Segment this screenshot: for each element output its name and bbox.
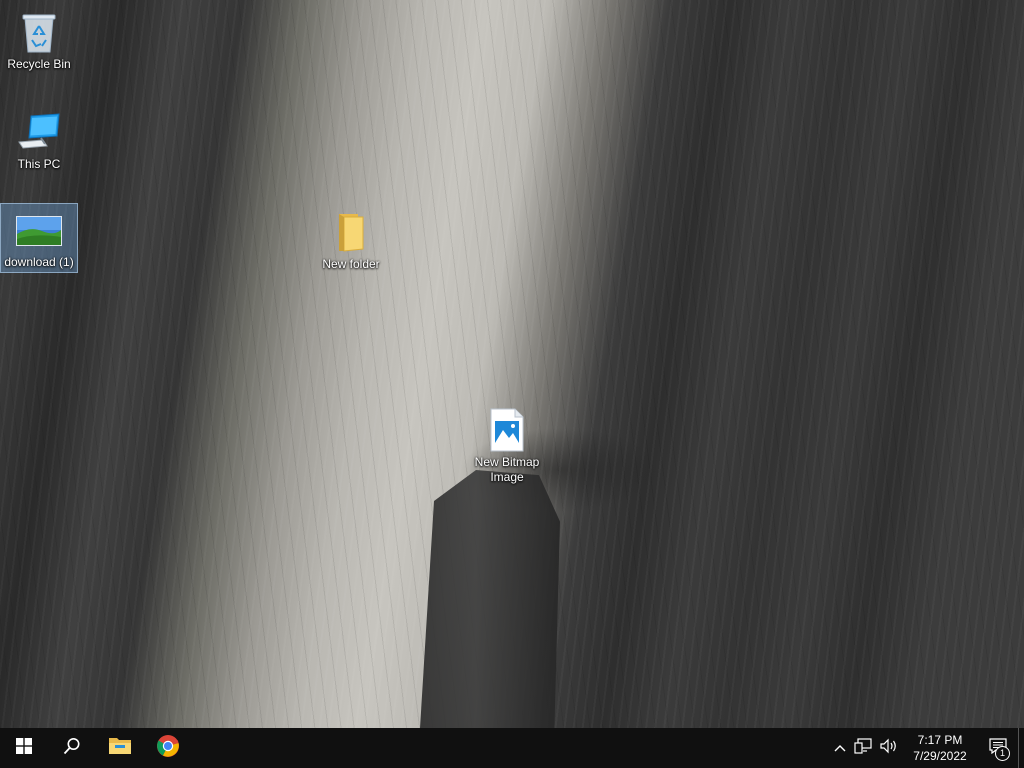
recycle-bin-icon <box>15 8 63 56</box>
bitmap-file-icon <box>483 406 531 454</box>
image-file-icon <box>15 208 63 254</box>
volume-button[interactable] <box>876 728 902 768</box>
show-hidden-icons-button[interactable] <box>830 728 850 768</box>
network-icon <box>854 737 872 759</box>
desktop-icon-label: This PC <box>17 157 61 171</box>
chevron-up-icon <box>834 739 846 757</box>
desktop-icon-recycle-bin[interactable]: Recycle Bin <box>1 4 77 74</box>
notification-count-badge: 1 <box>995 746 1010 761</box>
this-pc-icon <box>15 108 63 156</box>
volume-icon <box>880 738 898 759</box>
desktop[interactable]: Recycle Bin This PC download (1) New fol… <box>0 0 1024 728</box>
action-center-button[interactable]: 1 <box>978 728 1018 768</box>
start-button[interactable] <box>0 728 48 768</box>
desktop-icon-label: download (1) <box>4 255 74 269</box>
desktop-icon-label: New Bitmap Image <box>474 455 540 484</box>
desktop-icon-download[interactable]: download (1) <box>0 203 78 273</box>
clock-time: 7:17 PM <box>917 733 963 747</box>
taskbar-app-file-explorer[interactable] <box>96 728 144 768</box>
windows-logo-icon <box>16 737 32 759</box>
network-button[interactable] <box>850 728 876 768</box>
desktop-icon-label: New folder <box>322 257 380 271</box>
folder-icon <box>327 208 375 256</box>
clock-date: 7/29/2022 <box>913 749 967 763</box>
file-explorer-icon <box>108 736 132 761</box>
show-desktop-button[interactable] <box>1018 728 1024 768</box>
desktop-icon-this-pc[interactable]: This PC <box>1 104 77 174</box>
search-icon <box>63 737 81 760</box>
wallpaper-rock-pillar <box>420 470 560 728</box>
taskbar: 7:17 PM 7/29/2022 1 <box>0 728 1024 768</box>
taskbar-app-chrome[interactable] <box>144 728 192 768</box>
desktop-icon-new-folder[interactable]: New folder <box>313 204 389 274</box>
search-button[interactable] <box>48 728 96 768</box>
desktop-icon-label: Recycle Bin <box>7 57 71 71</box>
desktop-icon-new-bitmap-image[interactable]: New Bitmap Image <box>469 402 545 487</box>
clock-button[interactable]: 7:17 PM 7/29/2022 <box>902 728 978 768</box>
chrome-icon <box>156 734 180 763</box>
